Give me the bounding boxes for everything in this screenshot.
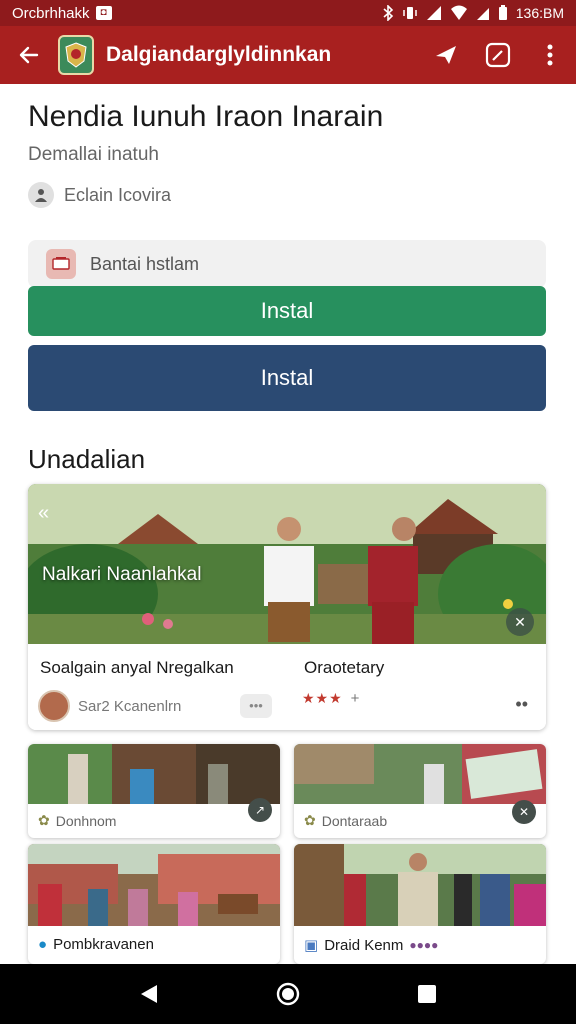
flower-icon: ✿ <box>304 812 316 828</box>
info-box-text: Bantai hstlam <box>90 253 200 274</box>
close-badge-icon[interactable]: ✕ <box>506 608 534 636</box>
screenshot-grid: ✿ Donhnom ↗ ✿ Dontaraab ✕ ● Pombkravanen… <box>28 744 546 964</box>
more-pill-icon[interactable]: ••• <box>240 694 272 718</box>
nav-back-button[interactable] <box>119 964 179 1024</box>
review-card-right-title: Oraotetary <box>304 658 385 677</box>
wifi-icon <box>450 5 467 20</box>
square-recents-icon <box>417 985 436 1003</box>
app-bar: Dalgiandarglyldinnkan <box>0 26 576 84</box>
flower-icon: ✿ <box>38 812 50 828</box>
bluetooth-icon <box>383 5 393 21</box>
clock: 136:BM <box>515 5 564 21</box>
screenshot-tile[interactable]: ✿ Donhnom ↗ <box>28 744 280 838</box>
notification-icon: ◘ <box>95 6 112 20</box>
chat-bubble-icon: ● <box>38 936 48 953</box>
review-card-left-title: Soalgain anyal Nregalkan <box>40 658 234 677</box>
vibrate-icon <box>403 7 417 19</box>
install-button[interactable]: Instal <box>28 286 546 336</box>
tile-label: Pombkravanen <box>53 936 154 953</box>
screenshot-image <box>294 844 546 926</box>
image-icon: ▣ <box>304 937 319 954</box>
avatar <box>38 690 70 722</box>
developer-row[interactable]: Eclain Icovira <box>28 182 171 208</box>
system-nav-bar <box>0 964 576 1024</box>
screenshot-tile[interactable]: ✿ Dontaraab ✕ <box>294 744 546 838</box>
home-circle-icon <box>276 982 300 1006</box>
featured-card[interactable]: « Nalkari Naanlahkal ✕ Soalgain anyal Nr… <box>28 484 546 730</box>
nav-home-button[interactable] <box>258 964 318 1024</box>
crest-icon <box>65 42 87 68</box>
screen-icon <box>46 249 76 279</box>
plane-icon <box>436 46 456 64</box>
tile-label: Donhnom <box>55 812 117 829</box>
review-card-right[interactable]: Oraotetary ★★★ + •• <box>292 644 546 730</box>
info-box: Bantai hstlam <box>28 240 546 288</box>
page-content: Nendia Iunuh Iraon Inarain Demallai inat… <box>0 84 576 964</box>
overflow-menu-button[interactable] <box>524 26 576 84</box>
more-vert-icon <box>547 44 553 66</box>
screenshot-image <box>28 844 280 926</box>
edit-icon <box>485 42 511 68</box>
back-button[interactable] <box>0 26 58 84</box>
emoji-strip-icon: ●●●● <box>409 938 439 952</box>
review-card-left[interactable]: Soalgain anyal Nregalkan Sar2 Kcanenlrn … <box>28 644 282 730</box>
person-icon <box>28 182 54 208</box>
edit-button[interactable] <box>472 26 524 84</box>
developer-name: Eclain Icovira <box>64 184 172 205</box>
close-badge-icon[interactable]: ✕ <box>512 800 536 824</box>
arrow-back-icon <box>19 46 39 64</box>
review-author: Sar2 Kcanenlrn <box>78 697 182 715</box>
featured-caption: Nalkari Naanlahkal <box>42 564 202 585</box>
section-title: Unadalian <box>28 444 146 474</box>
nav-recents-button[interactable] <box>397 964 457 1024</box>
triangle-back-icon <box>141 985 158 1003</box>
app-name: Nendia Iunuh Iraon Inarain <box>28 100 384 133</box>
screenshot-image <box>294 744 546 804</box>
app-bar-title: Dalgiandarglyldinnkan <box>106 43 332 66</box>
screenshot-tile[interactable]: ● Pombkravanen <box>28 844 280 964</box>
app-logo <box>58 35 94 75</box>
more-dots-icon[interactable]: •• <box>515 694 528 715</box>
screenshot-tile[interactable]: ▣ Draid Kenm ●●●● <box>294 844 546 964</box>
rating-stars: ★★★ <box>302 690 343 706</box>
install-button-secondary[interactable]: Instal <box>28 345 546 411</box>
battery-icon <box>498 5 507 20</box>
rating-extra: + <box>350 690 360 707</box>
app-subtitle: Demallai inatuh <box>28 144 159 165</box>
share-button[interactable] <box>420 26 472 84</box>
tile-label: Dontaraab <box>321 812 388 829</box>
tile-label: Draid Kenm <box>324 936 404 954</box>
status-bar: Orcbrhhakk ◘ 136:BM <box>0 0 576 26</box>
signal-icon-2 <box>476 8 489 20</box>
signal-icon <box>426 6 441 20</box>
screenshot-image <box>28 744 280 804</box>
rewind-icon[interactable]: « <box>38 502 49 525</box>
carrier-label: Orcbrhhakk <box>12 4 90 22</box>
share-badge-icon[interactable]: ↗ <box>248 798 272 822</box>
